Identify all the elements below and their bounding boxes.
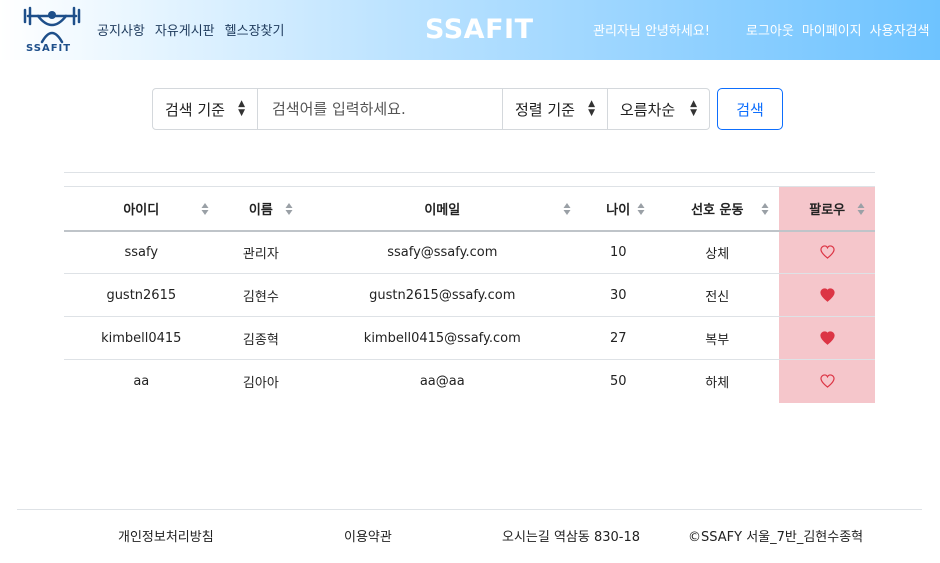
divider [64,172,875,173]
user-greeting: 관리자님 안녕하세요! [593,24,710,39]
cell-email: kimbell0415@ssafy.com [303,316,582,360]
table-row: ssafy 관리자 ssafy@ssafy.com 10 상체 [64,230,875,274]
table-header: 아이디 이름 이메일 나이 선호 운동 팔로우 [64,186,875,232]
logout-link[interactable]: 로그아웃 [746,20,794,39]
cell-name: 김아아 [242,375,279,391]
cell-sport: 전신 [655,273,780,317]
sort-icon[interactable] [761,201,769,217]
table-row: kimbell0415 김종혁 kimbell0415@ssafy.com 27… [64,316,875,360]
column-header-id[interactable]: 아이디 [64,186,219,232]
logo-text: SSAFIT [26,43,72,54]
cell-follow [779,359,875,403]
sort-criteria-label: 정렬 기준 [515,100,575,119]
heart-outline-icon[interactable] [820,245,835,260]
mypage-link[interactable]: 마이페이지 [802,20,862,39]
table-body: ssafy 관리자 ssafy@ssafy.com 10 상체 gustn261… [64,230,875,403]
cell-follow [779,273,875,317]
column-header-age[interactable]: 나이 [581,186,656,232]
column-label: 선호 운동 [691,202,744,218]
cell-name: 김현수 [218,273,304,317]
sort-criteria-select[interactable]: 정렬 기준 ▲ ▼ [503,88,608,130]
top-header: SSAFIT 공지사항 자유게시판 헬스장찾기 SSAFIT 관리자님 안녕하세… [0,0,940,60]
cell-follow [779,230,875,274]
cell-age: 10 [581,230,656,274]
heart-outline-icon[interactable] [820,374,835,389]
cell-id: kimbell0415 [64,316,219,360]
cell-follow [779,316,875,360]
column-label: 나이 [606,202,631,218]
cell-age: 27 [581,316,656,360]
terms-link[interactable]: 이용약관 [344,526,392,545]
search-button[interactable]: 검색 [717,88,783,130]
search-bar: 검색 기준 ▲▼ 정렬 기준 ▲▼ 오름차순 ▲▼ 검색 [152,88,783,130]
cell-sport: 하체 [705,375,730,391]
column-label: 이름 [248,202,273,218]
cell-name: 관리자 [218,230,304,274]
column-header-sport[interactable]: 선호 운동 [655,186,780,232]
brand-title[interactable]: SSAFIT [425,14,533,45]
column-label: 팔로우 [809,202,846,218]
cell-id: aa [133,373,150,389]
nav-free-board[interactable]: 자유게시판 [155,20,215,39]
select-arrows-icon: ▲ ▼ [690,99,697,118]
sort-icon[interactable] [637,201,645,217]
column-label: 이메일 [424,202,461,218]
nav-gym-finder[interactable]: 헬스장찾기 [225,20,285,39]
address-text: 오시는길 역삼동 830-18 [502,530,641,545]
user-table: 아이디 이름 이메일 나이 선호 운동 팔로우 ssafy 관리자 ssafy@… [64,186,875,403]
cell-email: ssafy@ssafy.com [303,230,582,274]
column-header-email[interactable]: 이메일 [303,186,582,232]
sort-order-label: 오름차순 [620,100,676,119]
select-arrows-icon: ▲ ▼ [588,99,595,118]
column-header-follow[interactable]: 팔로우 [779,186,875,232]
cell-sport: 복부 [655,316,780,360]
search-criteria-label: 검색 기준 [165,100,225,119]
main-nav: 공지사항 자유게시판 헬스장찾기 [97,20,284,39]
select-arrows-icon: ▲ ▼ [238,99,245,118]
user-search-link[interactable]: 사용자검색 [870,20,930,39]
cell-id: ssafy [64,230,219,274]
sort-icon[interactable] [201,201,209,217]
cell-name: 김종혁 [218,316,304,360]
sort-icon[interactable] [285,201,293,217]
nav-notice[interactable]: 공지사항 [97,20,145,39]
cell-email: aa@aa [419,373,465,389]
heart-filled-icon[interactable] [820,331,835,345]
column-label: 아이디 [123,202,160,218]
search-criteria-select[interactable]: 검색 기준 ▲ ▼ [152,88,258,130]
table-row: aa 김아아 aa@aa 50 하체 [64,359,875,403]
sort-icon[interactable] [857,201,865,217]
privacy-policy-link[interactable]: 개인정보처리방침 [118,526,214,545]
copyright-text: ©SSAFY 서울_7반_김현수종혁 [688,530,864,545]
user-nav: 로그아웃 마이페이지 사용자검색 [746,20,929,39]
cell-email: gustn2615@ssafy.com [303,273,582,317]
sort-icon[interactable] [563,201,571,217]
table-row: gustn2615 김현수 gustn2615@ssafy.com 30 전신 [64,273,875,317]
cell-id: gustn2615 [64,273,219,317]
sort-order-select[interactable]: 오름차순 ▲ ▼ [608,88,710,130]
column-header-name[interactable]: 이름 [218,186,304,232]
heart-filled-icon[interactable] [820,288,835,302]
cell-age: 50 [609,373,627,389]
footer-divider [17,509,922,510]
cell-sport: 상체 [655,230,780,274]
cell-age: 30 [581,273,656,317]
search-input[interactable] [258,88,503,130]
